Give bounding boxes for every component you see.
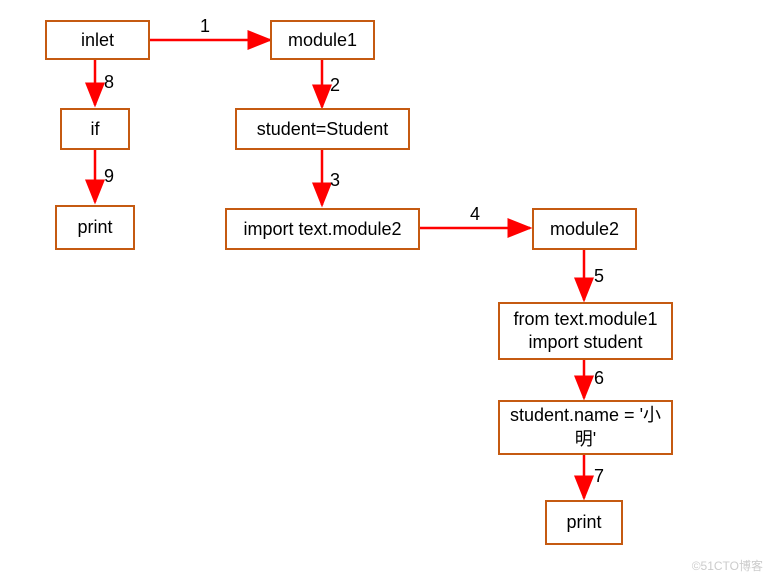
- node-import-module2-label: import text.module2: [243, 219, 401, 240]
- node-module1: module1: [270, 20, 375, 60]
- node-student-name-label: student.name = '小明': [508, 404, 663, 451]
- node-student-name: student.name = '小明': [498, 400, 673, 455]
- edge-label-9: 9: [104, 166, 114, 187]
- node-from-import: from text.module1 import student: [498, 302, 673, 360]
- edge-label-3: 3: [330, 170, 340, 191]
- node-inlet: inlet: [45, 20, 150, 60]
- edge-label-7: 7: [594, 466, 604, 487]
- node-print-left: print: [55, 205, 135, 250]
- edge-label-5: 5: [594, 266, 604, 287]
- node-inlet-label: inlet: [81, 30, 114, 51]
- node-print-right-label: print: [566, 512, 601, 533]
- node-from-import-label: from text.module1 import student: [508, 308, 663, 355]
- node-student-assign-label: student=Student: [257, 119, 389, 140]
- edge-label-8: 8: [104, 72, 114, 93]
- edge-label-6: 6: [594, 368, 604, 389]
- node-if: if: [60, 108, 130, 150]
- node-student-assign: student=Student: [235, 108, 410, 150]
- edge-label-2: 2: [330, 75, 340, 96]
- node-module1-label: module1: [288, 30, 357, 51]
- node-print-left-label: print: [77, 217, 112, 238]
- node-if-label: if: [91, 119, 100, 140]
- edge-label-1: 1: [200, 16, 210, 37]
- node-module2-label: module2: [550, 219, 619, 240]
- watermark: ©51CTO博客: [692, 557, 763, 574]
- edge-label-4: 4: [470, 204, 480, 225]
- node-import-module2: import text.module2: [225, 208, 420, 250]
- node-module2: module2: [532, 208, 637, 250]
- node-print-right: print: [545, 500, 623, 545]
